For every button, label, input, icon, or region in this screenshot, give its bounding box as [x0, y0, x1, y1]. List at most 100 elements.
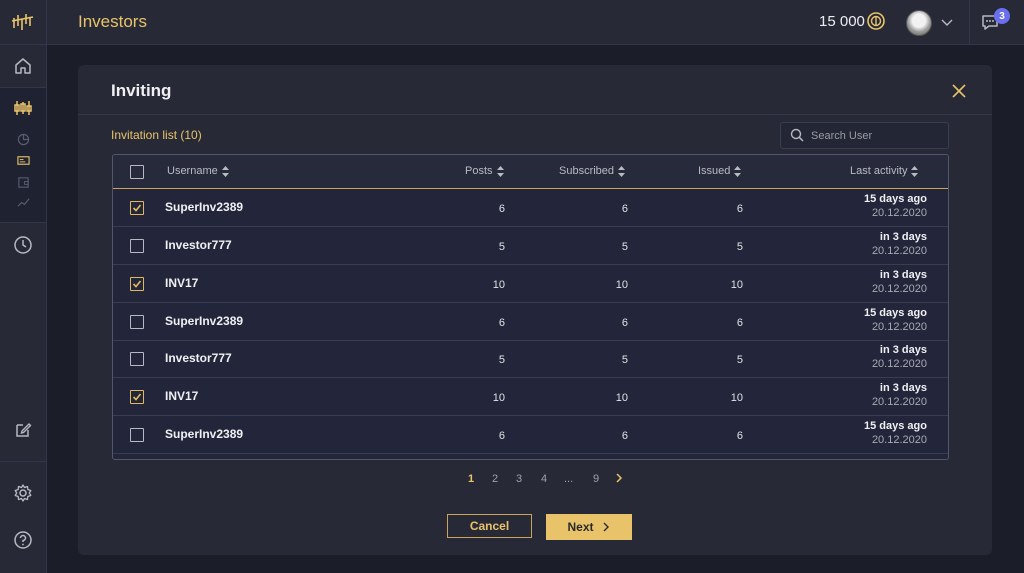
candles-icon[interactable]: [0, 88, 46, 128]
sort-icon: [221, 165, 229, 177]
help-icon[interactable]: [0, 520, 46, 560]
sort-icon: [734, 165, 742, 177]
username-cell: SuperInv2389: [165, 427, 244, 441]
search-box: [780, 122, 949, 149]
search-input[interactable]: [809, 126, 943, 146]
issued-cell: 5: [736, 241, 743, 253]
row-checkbox[interactable]: [130, 239, 144, 253]
page-title: Investors: [78, 12, 147, 31]
close-icon[interactable]: [950, 82, 968, 100]
trend-icon[interactable]: [0, 193, 46, 211]
page-1[interactable]: 1: [468, 473, 474, 485]
last-activity-cell: 15 days ago: [864, 193, 927, 205]
last-activity-date: 20.12.2020: [871, 245, 927, 257]
next-button[interactable]: Next: [546, 514, 632, 540]
wallet-icon[interactable]: [0, 173, 46, 191]
page-ellipsis: ...: [564, 473, 574, 485]
avatar[interactable]: [906, 10, 932, 36]
modal-title: Inviting: [111, 81, 172, 100]
page-3[interactable]: 3: [516, 473, 522, 485]
check-icon: [132, 393, 142, 401]
last-activity-cell: in 3 days: [879, 269, 927, 281]
cancel-button[interactable]: Cancel: [447, 514, 532, 538]
username-cell: INV17: [165, 276, 199, 290]
check-icon: [132, 280, 142, 288]
edit-icon[interactable]: [0, 410, 46, 450]
coin-icon: [867, 12, 885, 30]
page-4[interactable]: 4: [541, 473, 547, 485]
issued-cell: 10: [730, 279, 743, 291]
sidebar-divider: [0, 44, 46, 45]
posts-cell: 10: [492, 392, 505, 404]
modal-divider: [78, 114, 992, 115]
table-row[interactable]: Investor777 5 5 5 in 3 days 20.12.2020: [113, 227, 948, 265]
last-activity-date: 20.12.2020: [871, 434, 927, 446]
sort-icon: [911, 165, 919, 177]
chevron-down-icon[interactable]: [940, 15, 954, 29]
top-bar: Investors 15 000 3: [47, 0, 1024, 45]
inviting-modal: Inviting Invitation list (10) Username P…: [78, 65, 992, 555]
sidebar-divider: [0, 222, 46, 223]
issued-cell: 6: [736, 317, 743, 329]
table-row[interactable]: SuperInv2389 6 6 6 15 days ago 20.12.202…: [113, 303, 948, 341]
column-last-activity[interactable]: Last activity: [850, 165, 919, 177]
last-activity-date: 20.12.2020: [871, 207, 927, 219]
issued-cell: 6: [736, 203, 743, 215]
row-checkbox[interactable]: [130, 352, 144, 366]
username-cell: Investor777: [165, 238, 232, 252]
last-activity-cell: 15 days ago: [864, 307, 927, 319]
gear-icon[interactable]: [0, 473, 46, 513]
table-row[interactable]: Investor777 5 5 5 in 3 days 20.12.2020: [113, 340, 948, 378]
column-issued[interactable]: Issued: [698, 165, 742, 177]
subscribed-cell: 5: [621, 354, 628, 366]
column-username[interactable]: Username: [167, 165, 229, 177]
last-activity-date: 20.12.2020: [871, 283, 927, 295]
page-9[interactable]: 9: [593, 473, 599, 485]
column-posts-label: Posts: [465, 165, 493, 177]
last-activity-cell: in 3 days: [879, 231, 927, 243]
clock-icon[interactable]: [0, 225, 46, 265]
table-header: Username Posts Subscribed Issued Last ac…: [113, 155, 948, 189]
posts-cell: 5: [498, 354, 505, 366]
subscribed-cell: 5: [621, 241, 628, 253]
topbar-divider: [969, 0, 970, 44]
posts-cell: 6: [498, 203, 505, 215]
table-row[interactable]: SuperInv2389 6 6 6 15 days ago 20.12.202…: [113, 189, 948, 227]
username-cell: SuperInv2389: [165, 200, 244, 214]
notification-badge: 3: [994, 8, 1010, 24]
last-activity-cell: in 3 days: [879, 344, 927, 356]
search-icon: [790, 128, 804, 142]
check-icon: [132, 204, 142, 212]
chevron-right-icon[interactable]: [613, 472, 625, 484]
select-all-checkbox[interactable]: [130, 165, 144, 179]
row-checkbox[interactable]: [130, 277, 144, 291]
posts-cell: 5: [498, 241, 505, 253]
column-posts[interactable]: Posts: [465, 165, 504, 177]
column-issued-label: Issued: [698, 165, 731, 177]
sidebar-divider: [0, 461, 46, 462]
row-checkbox[interactable]: [130, 201, 144, 215]
issued-cell: 5: [736, 354, 743, 366]
sidebar: [0, 0, 47, 573]
sort-icon: [618, 165, 626, 177]
table-row[interactable]: INV17 10 10 10 in 3 days 20.12.2020: [113, 265, 948, 303]
row-checkbox[interactable]: [130, 428, 144, 442]
subscribed-cell: 10: [615, 392, 628, 404]
home-icon[interactable]: [0, 46, 46, 86]
subscribed-cell: 6: [621, 430, 628, 442]
column-subscribed-label: Subscribed: [559, 165, 615, 177]
logo-icon[interactable]: [0, 0, 46, 44]
row-checkbox[interactable]: [130, 315, 144, 329]
pie-chart-icon[interactable]: [0, 130, 46, 148]
username-cell: SuperInv2389: [165, 314, 244, 328]
last-activity-date: 20.12.2020: [871, 358, 927, 370]
subscribed-cell: 10: [615, 279, 628, 291]
id-card-icon[interactable]: [0, 151, 46, 169]
column-username-label: Username: [167, 165, 218, 177]
last-activity-cell: in 3 days: [879, 382, 927, 394]
row-checkbox[interactable]: [130, 390, 144, 404]
table-row[interactable]: SuperInv2389 6 6 6 15 days ago 20.12.202…: [113, 416, 948, 454]
page-2[interactable]: 2: [492, 473, 498, 485]
table-row[interactable]: INV17 10 10 10 in 3 days 20.12.2020: [113, 378, 948, 416]
column-subscribed[interactable]: Subscribed: [559, 165, 626, 177]
